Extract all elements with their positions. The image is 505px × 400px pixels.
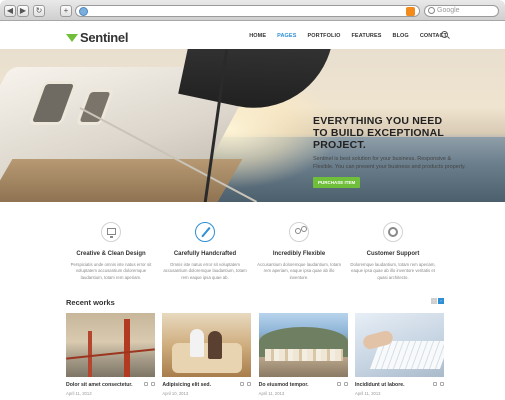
feature-text: Omnis iste natus error sit voluptatem ac… [163,262,247,280]
feature-item: Carefully Handcrafted Omnis iste natus e… [160,222,250,302]
comment-icon[interactable] [439,382,444,386]
feature-text: Perspiciatis unde omnis iste natus error… [70,262,152,280]
work-actions [432,382,444,386]
houses [264,349,343,361]
back-arrow-icon[interactable]: ◀ [4,5,16,17]
comment-icon[interactable] [151,382,155,386]
feature-title: Customer Support [366,251,420,257]
work-card[interactable]: Adipisicing elit sed. April 10, 2013 [162,313,252,398]
feature-title: Creative & Clean Design [76,251,146,257]
feature-icon-circle [195,222,215,242]
heart-icon[interactable] [144,382,148,386]
work-date: April 11, 2013 [66,391,92,396]
gears-icon [295,226,307,234]
feature-text: Doloremque laudantium, totam rem aperiam… [350,262,436,280]
heart-icon[interactable] [336,382,341,386]
lifebuoy-icon [388,227,398,237]
main-menu: HOME PAGES PORTFOLIO FEATURES BLOG CONTA… [249,33,447,39]
monitor-icon [107,228,116,238]
work-date: April 10, 2013 [162,391,189,396]
pager-next-button[interactable]: › [438,298,444,304]
browser-search-input[interactable]: Google [424,5,499,17]
hero-slider: EVERYTHING YOU NEED TO BUILD EXCEPTIONAL… [0,49,505,202]
work-thumbnail[interactable] [258,313,348,377]
feature-title: Incredibly Flexible [272,251,326,257]
work-meta: Do eiusmod tempor. April 11, 2013 [259,382,348,398]
work-actions [240,382,252,386]
work-meta: Adipisicing elit sed. April 10, 2013 [162,382,252,398]
recent-works-title: Recent works [66,298,115,307]
search-icon[interactable] [441,31,449,39]
features-row: Creative & Clean Design Perspiciatis und… [66,222,438,302]
browser-search-placeholder: Google [437,7,460,14]
bridge-cable [66,348,155,360]
logo-text: Sentinel [80,29,129,45]
website: Sentinel HOME PAGES PORTFOLIO FEATURES B… [0,22,505,400]
feature-item: Incredibly Flexible Accusantium doloremq… [254,222,344,302]
work-meta: Incididunt ut labore. April 11, 2013 [355,382,444,398]
feature-icon-circle [383,222,403,242]
work-thumbnail[interactable] [162,313,252,377]
hero-caption: EVERYTHING YOU NEED TO BUILD EXCEPTIONAL… [313,115,473,189]
hero-body: Sentinel is best solution for your busin… [313,156,466,170]
work-card[interactable]: Do eiusmod tempor. April 11, 2013 [258,313,348,398]
recent-works-pager: ‹ › [431,298,444,304]
feature-item: Customer Support Doloremque laudantium, … [348,222,438,302]
work-actions [336,382,348,386]
person [190,329,205,357]
address-bar[interactable] [75,5,420,17]
plane-seat [172,343,243,373]
work-title[interactable]: Dolor sit amet consectetur. [66,382,155,388]
search-engine-icon [428,7,435,14]
pager-prev-button[interactable]: ‹ [431,298,437,304]
hero-heading-line2: TO BUILD EXCEPTIONAL PROJECT. [313,127,444,151]
work-date: April 11, 2013 [354,391,381,396]
work-card[interactable]: Incididunt ut labore. April 11, 2013 [354,313,444,398]
person [208,331,223,359]
work-title[interactable]: Incididunt ut labore. [355,382,444,388]
magic-wand-icon [201,226,211,238]
logo-icon [66,34,78,42]
work-title[interactable]: Do eiusmod tempor. [259,382,348,388]
comment-icon[interactable] [343,382,348,386]
menu-item-home[interactable]: HOME [249,33,266,39]
rss-icon[interactable] [406,7,415,16]
work-thumbnail[interactable] [66,313,155,377]
feature-icon-circle [101,222,121,242]
menu-item-blog[interactable]: BLOG [393,33,409,39]
work-title[interactable]: Adipisicing elit sed. [162,382,251,388]
menu-item-pages[interactable]: PAGES [277,33,296,39]
forward-arrow-icon[interactable]: ▶ [17,5,29,17]
browser-window: ◀ ▶ ↻ + Google Sentinel HOME PAGES PORTF… [0,0,505,400]
work-card[interactable]: Dolor sit amet consectetur. April 11, 20… [66,313,155,398]
recent-works-list: Dolor sit amet consectetur. April 11, 20… [66,313,444,398]
work-date: April 11, 2013 [258,391,285,396]
menu-item-portfolio[interactable]: PORTFOLIO [307,33,340,39]
hero-heading-line1: EVERYTHING YOU NEED [313,115,443,127]
work-actions [144,382,155,386]
menu-item-features[interactable]: FEATURES [351,33,381,39]
feature-title: Carefully Handcrafted [173,251,237,257]
browser-toolbar: ◀ ▶ ↻ + Google [0,0,505,21]
comment-icon[interactable] [247,382,252,386]
bridge-tower [124,319,130,377]
site-logo[interactable]: Sentinel [66,29,129,45]
work-meta: Dolor sit amet consectetur. April 11, 20… [66,382,155,398]
plus-icon[interactable]: + [60,5,72,17]
feature-icon-circle [289,222,309,242]
heart-icon[interactable] [240,382,245,386]
purchase-item-button[interactable]: PURCHASE ITEM [313,177,361,188]
hero-heading: EVERYTHING YOU NEED TO BUILD EXCEPTIONAL… [313,115,473,151]
globe-icon [79,7,88,16]
heart-icon[interactable] [432,382,437,386]
work-thumbnail[interactable] [354,313,444,377]
feature-item: Creative & Clean Design Perspiciatis und… [66,222,156,302]
reload-icon[interactable]: ↻ [33,5,45,17]
feature-text: Accusantium doloremque laudantium, totam… [257,262,341,280]
